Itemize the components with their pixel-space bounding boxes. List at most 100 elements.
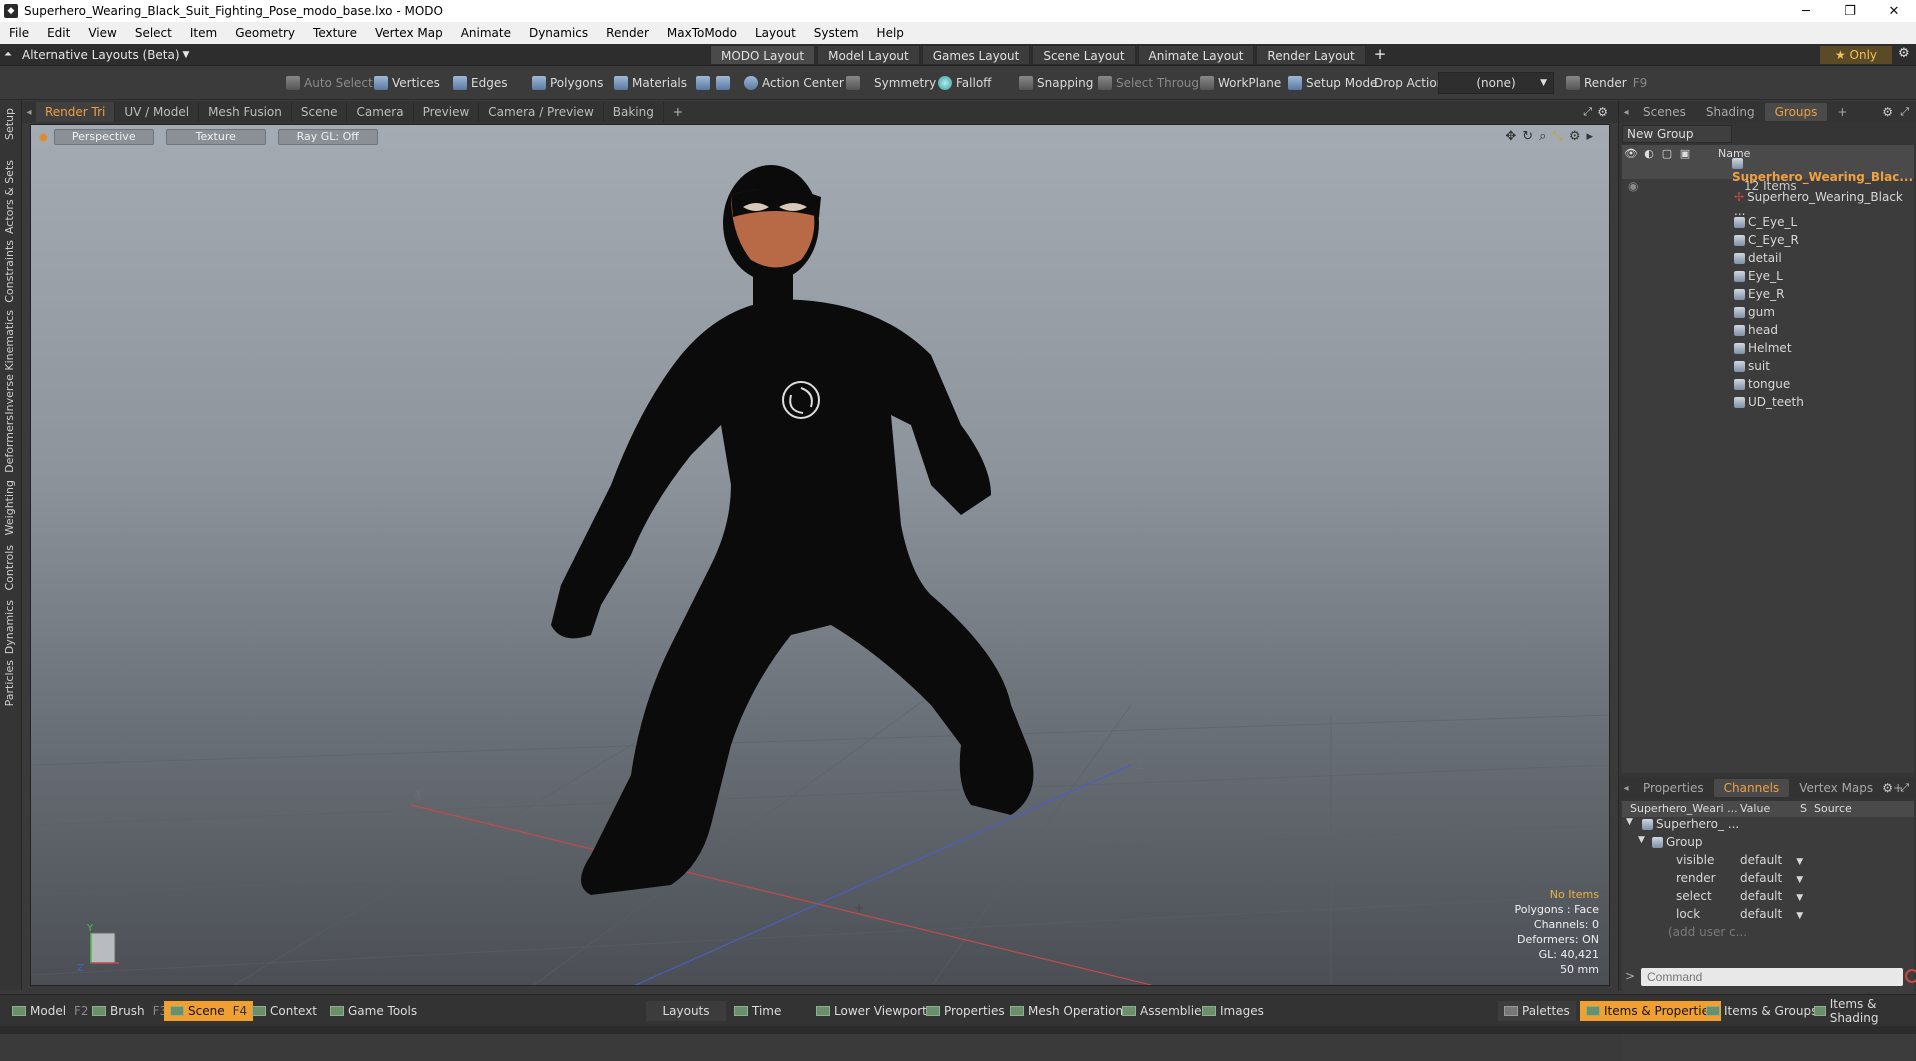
3d-viewport[interactable]: X Z + Y Z ● Perspective Texture Ray GL: … xyxy=(30,124,1610,986)
tab-scene-layout[interactable]: Scene Layout xyxy=(1032,45,1136,65)
texture-dropdown[interactable]: Texture xyxy=(165,129,266,145)
model-button[interactable]: Model F2 xyxy=(6,1001,95,1021)
snapping-button[interactable]: Snapping xyxy=(1015,72,1097,94)
panel-expand-icon[interactable]: ⤢ xyxy=(1900,105,1909,119)
close-button[interactable]: ✕ xyxy=(1872,0,1916,22)
vtab-constraints[interactable]: Constraints xyxy=(3,240,16,303)
menu-file[interactable]: File xyxy=(0,22,38,44)
channel-row-render[interactable]: render default ▼ xyxy=(1622,871,1914,889)
tab-render-layout[interactable]: Render Layout xyxy=(1256,45,1366,65)
expand-icon[interactable]: ▸ xyxy=(1586,129,1593,144)
eye-column-icon[interactable]: 👁 xyxy=(1622,147,1640,160)
list-item[interactable]: Eye_R xyxy=(1622,285,1914,303)
menu-layout[interactable]: Layout xyxy=(746,22,805,44)
channel-group-row[interactable]: ▼ Group xyxy=(1622,835,1914,853)
expand-triangle-icon[interactable]: ▼ xyxy=(1626,817,1633,827)
time-button[interactable]: Time xyxy=(728,1001,787,1021)
layouts-button[interactable]: Layouts xyxy=(646,1001,726,1021)
tab-camera-preview[interactable]: Camera / Preview xyxy=(479,102,604,122)
maximize-viewport-icon[interactable]: ⤢ xyxy=(1583,105,1592,119)
select-column-icon[interactable]: ▣ xyxy=(1676,147,1694,160)
channel-value-dropdown[interactable]: default ▼ xyxy=(1740,907,1803,921)
viewport-gear-icon[interactable]: ⚙ xyxy=(1597,105,1608,119)
minimize-button[interactable]: ─ xyxy=(1784,0,1828,22)
list-item[interactable]: UD_teeth xyxy=(1622,393,1914,411)
channel-value-dropdown[interactable]: default ▼ xyxy=(1740,853,1803,867)
game-tools-button[interactable]: Game Tools xyxy=(324,1001,423,1021)
select-through-button[interactable]: Select Through xyxy=(1094,72,1211,94)
context-button[interactable]: Context xyxy=(246,1001,323,1021)
tab-vertex-maps[interactable]: Vertex Maps xyxy=(1789,779,1883,797)
palettes-button[interactable]: Palettes xyxy=(1498,1001,1576,1021)
brush-button[interactable]: Brush F3 xyxy=(86,1001,173,1021)
tab-animate-layout[interactable]: Animate Layout xyxy=(1137,45,1255,65)
record-icon[interactable] xyxy=(1905,969,1916,983)
alternative-layouts-dropdown[interactable]: ⏶ Alternative Layouts (Beta) ▼ xyxy=(0,48,195,62)
add-user-channel-row[interactable]: (add user c... xyxy=(1622,925,1914,943)
eye-icon[interactable]: ◉ xyxy=(1628,179,1638,193)
new-group-button[interactable]: New Group xyxy=(1622,125,1732,143)
setup-mode-button[interactable]: Setup Mode xyxy=(1284,72,1381,94)
list-item[interactable]: detail xyxy=(1622,249,1914,267)
channel-value-dropdown[interactable]: default ▼ xyxy=(1740,871,1803,885)
tab-render-tri[interactable]: Render Tri xyxy=(36,102,116,122)
menu-vertex-map[interactable]: Vertex Map xyxy=(366,22,452,44)
items-groups-button[interactable]: Items & Groups xyxy=(1700,1001,1823,1021)
list-item[interactable]: Eye_L xyxy=(1622,267,1914,285)
list-item[interactable]: gum xyxy=(1622,303,1914,321)
workplane-button[interactable]: WorkPlane xyxy=(1196,72,1285,94)
vtab-deformers[interactable]: Deformers xyxy=(3,415,16,473)
vtab-particles[interactable]: Particles xyxy=(3,660,16,706)
menu-dynamics[interactable]: Dynamics xyxy=(520,22,597,44)
tab-modo-layout[interactable]: MODO Layout xyxy=(710,45,816,65)
tab-scenes[interactable]: Scenes xyxy=(1633,103,1696,121)
panel-menu-icon[interactable]: ◂ xyxy=(22,107,36,118)
add-viewport-tab-button[interactable]: + xyxy=(664,102,692,122)
tab-preview[interactable]: Preview xyxy=(414,102,480,122)
list-item[interactable]: Helmet xyxy=(1622,339,1914,357)
selection-convert-button[interactable] xyxy=(712,72,738,94)
vtab-actors-sets[interactable]: Actors & Sets xyxy=(3,160,16,234)
vtab-dynamics[interactable]: Dynamics xyxy=(3,600,16,654)
menu-edit[interactable]: Edit xyxy=(38,22,79,44)
list-item[interactable]: tongue xyxy=(1622,375,1914,393)
list-item[interactable]: C_Eye_L xyxy=(1622,213,1914,231)
menu-animate[interactable]: Animate xyxy=(452,22,520,44)
channel-row-lock[interactable]: lock default ▼ xyxy=(1622,907,1914,925)
channel-row-select[interactable]: select default ▼ xyxy=(1622,889,1914,907)
vtab-inverse-kinematics[interactable]: Inverse Kinematics xyxy=(3,310,16,415)
add-panel-tab-button[interactable]: + xyxy=(1827,103,1857,121)
render-column-icon[interactable]: ◐ xyxy=(1640,147,1658,160)
channel-value-dropdown[interactable]: default ▼ xyxy=(1740,889,1803,903)
tab-uv-model[interactable]: UV / Model xyxy=(115,102,200,122)
perspective-dropdown[interactable]: Perspective xyxy=(53,129,154,145)
list-item[interactable]: head xyxy=(1622,321,1914,339)
polygons-button[interactable]: Polygons xyxy=(528,72,607,94)
menu-help[interactable]: Help xyxy=(868,22,913,44)
properties-button[interactable]: Properties xyxy=(920,1001,1011,1021)
menu-geometry[interactable]: Geometry xyxy=(226,22,304,44)
rotate-icon[interactable]: ↻ xyxy=(1522,129,1533,144)
viewport-options-icon[interactable]: ● xyxy=(39,132,48,143)
tab-games-layout[interactable]: Games Layout xyxy=(921,45,1031,65)
tab-baking[interactable]: Baking xyxy=(604,102,664,122)
tab-properties[interactable]: Properties xyxy=(1633,779,1714,797)
tab-mesh-fusion[interactable]: Mesh Fusion xyxy=(199,102,292,122)
channel-row-visible[interactable]: visible default ▼ xyxy=(1622,853,1914,871)
render-button[interactable]: Render F9 xyxy=(1562,72,1651,94)
pan-icon[interactable]: ✥ xyxy=(1505,129,1516,144)
menu-view[interactable]: View xyxy=(79,22,125,44)
vtab-weighting[interactable]: Weighting xyxy=(3,480,16,535)
auto-select-button[interactable]: Auto Select xyxy=(282,72,377,94)
vtab-controls[interactable]: Controls xyxy=(3,545,16,591)
tab-model-layout[interactable]: Model Layout xyxy=(817,45,920,65)
tab-shading[interactable]: Shading xyxy=(1696,103,1765,121)
scene-button[interactable]: Scene F4 xyxy=(164,1001,254,1021)
menu-texture[interactable]: Texture xyxy=(304,22,366,44)
menu-system[interactable]: System xyxy=(805,22,868,44)
list-item[interactable]: suit xyxy=(1622,357,1914,375)
command-input[interactable] xyxy=(1641,968,1903,986)
panel-gear-icon[interactable]: ⚙ xyxy=(1882,105,1893,119)
panel-menu-icon[interactable]: ◂ xyxy=(1619,783,1633,794)
symmetry-button[interactable]: Symmetry xyxy=(842,72,940,94)
